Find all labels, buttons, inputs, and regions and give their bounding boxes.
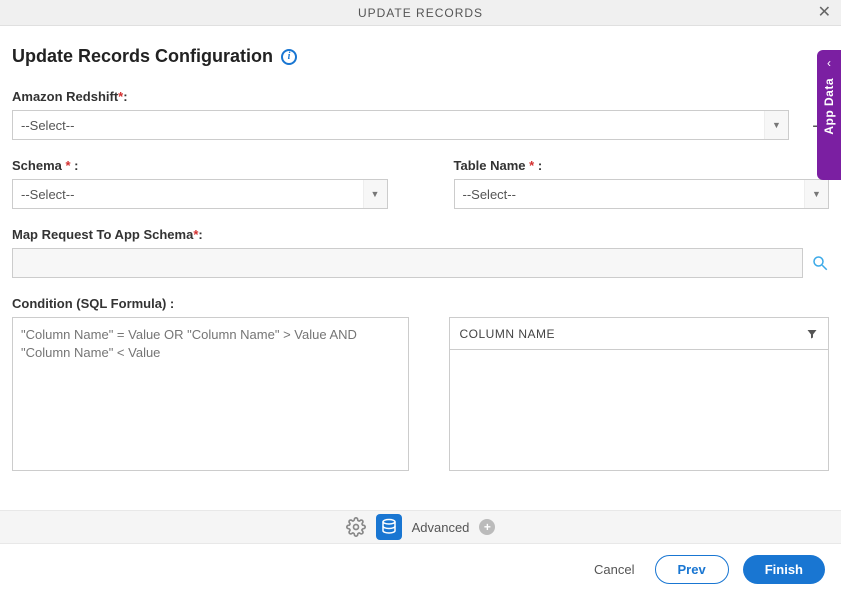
column-list: COLUMN NAME [449, 317, 830, 471]
app-data-side-tab[interactable]: ‹ App Data [817, 50, 841, 180]
database-icon[interactable] [376, 514, 402, 540]
chevron-down-icon: ▼ [764, 111, 788, 139]
info-icon[interactable]: i [281, 49, 297, 65]
dialog-footer: Cancel Prev Finish [0, 544, 841, 594]
column-list-body [450, 350, 829, 470]
chevron-left-icon: ‹ [827, 56, 831, 70]
prev-button[interactable]: Prev [655, 555, 729, 584]
map-label: Map Request To App Schema*: [12, 227, 829, 242]
close-icon[interactable]: ✕ [818, 3, 831, 23]
connection-select-value: --Select-- [21, 118, 74, 133]
cancel-button[interactable]: Cancel [588, 561, 640, 578]
chevron-down-icon: ▼ [804, 180, 828, 208]
table-select[interactable]: --Select-- ▼ [454, 179, 830, 209]
bottom-toolbar: Advanced + [0, 510, 841, 544]
chevron-down-icon: ▼ [363, 180, 387, 208]
schema-label: Schema * : [12, 158, 388, 173]
side-tab-label: App Data [822, 78, 836, 135]
filter-icon[interactable] [806, 328, 818, 340]
connection-label: Amazon Redshift*: [12, 89, 829, 104]
map-input[interactable] [12, 248, 803, 278]
table-select-value: --Select-- [463, 187, 516, 202]
advanced-expand-button[interactable]: + [479, 519, 495, 535]
column-header-text: COLUMN NAME [460, 327, 556, 341]
schema-select-value: --Select-- [21, 187, 74, 202]
column-list-header: COLUMN NAME [450, 318, 829, 350]
gear-icon[interactable] [346, 517, 366, 537]
dialog-header: UPDATE RECORDS ✕ [0, 0, 841, 26]
table-label: Table Name * : [454, 158, 830, 173]
advanced-label: Advanced [412, 520, 470, 535]
dialog-title: UPDATE RECORDS [358, 6, 483, 20]
page-title: Update Records Configuration [12, 46, 273, 67]
connection-select[interactable]: --Select-- ▼ [12, 110, 789, 140]
schema-select[interactable]: --Select-- ▼ [12, 179, 388, 209]
dialog-content: Update Records Configuration i Amazon Re… [0, 26, 841, 501]
condition-label: Condition (SQL Formula) : [12, 296, 829, 311]
condition-textarea[interactable] [12, 317, 409, 471]
lookup-icon[interactable] [811, 254, 829, 272]
finish-button[interactable]: Finish [743, 555, 825, 584]
